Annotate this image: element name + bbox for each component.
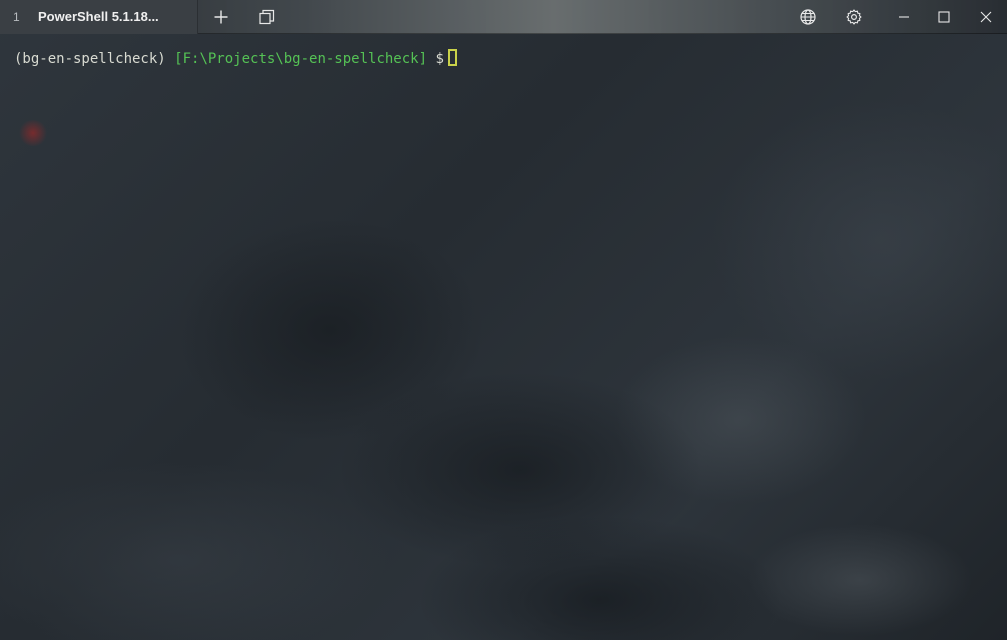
close-icon [980,11,991,23]
wallpaper-detail [18,120,48,146]
terminal-output[interactable]: (bg-en-spellcheck) [F:\Projects\bg-en-sp… [14,49,457,69]
overlapping-windows-icon [259,9,275,25]
tab-powershell[interactable]: 1 PowerShell 5.1.18... [0,0,198,34]
wallpaper-background [0,0,1007,640]
prompt-environment: (bg-en-spellcheck) [14,51,166,67]
tab-list-button[interactable] [244,0,290,34]
minimize-button[interactable] [884,0,924,34]
maximize-icon [938,11,950,23]
title-bar[interactable]: 1 PowerShell 5.1.18... [0,0,1007,34]
prompt-path: [F:\Projects\bg-en-spellcheck] [174,51,428,67]
plus-icon [214,10,228,24]
tab-index: 1 [13,9,20,24]
globe-icon [800,9,816,25]
tab-title: PowerShell 5.1.18... [38,9,159,24]
globe-button[interactable] [785,0,831,34]
minimize-icon [899,16,909,18]
settings-button[interactable] [831,0,877,34]
gear-icon [846,9,862,25]
new-tab-button[interactable] [198,0,244,34]
close-button[interactable] [964,0,1007,34]
maximize-button[interactable] [924,0,964,34]
prompt-symbol: $ [435,51,444,67]
text-cursor [447,49,457,66]
